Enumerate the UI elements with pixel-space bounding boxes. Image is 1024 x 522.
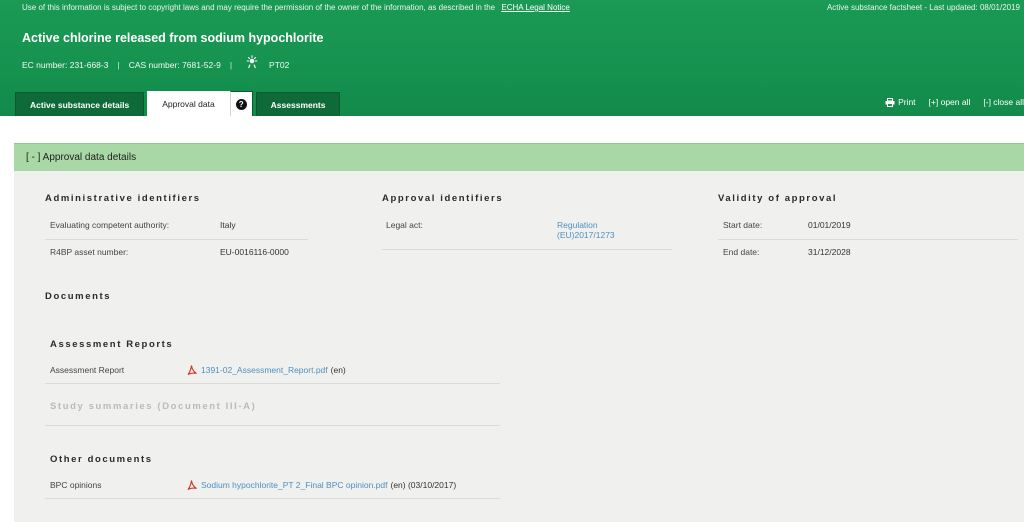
print-label: Print: [898, 97, 916, 107]
assessment-report-link[interactable]: 1391-02_Assessment_Report.pdf: [201, 365, 328, 375]
close-all-button[interactable]: [-] close all: [983, 97, 1024, 107]
factsheet-updated: Active substance factsheet - Last update…: [826, 3, 1020, 12]
tab-label: Assessments: [270, 99, 326, 110]
help-icon: ?: [235, 98, 247, 110]
tab-label: Approval data: [162, 99, 215, 109]
other-documents-title: Other documents: [50, 454, 153, 465]
divider: [718, 239, 1018, 240]
separator: |: [229, 60, 233, 70]
divider: [45, 498, 500, 499]
bpc-opinion-meta: (en) (03/10/2017): [390, 480, 457, 490]
documents-title: Documents: [45, 291, 112, 302]
assessment-report-lang: (en): [330, 365, 346, 375]
start-date-label: Start date:: [723, 220, 763, 230]
product-type-icon: [245, 55, 259, 69]
copyright-notice: Use of this information is subject to co…: [22, 3, 570, 12]
legal-notice-link[interactable]: ECHA Legal Notice: [501, 3, 569, 12]
bpc-opinion-link[interactable]: Sodium hypochlorite_PT 2_Final BPC opini…: [201, 480, 387, 490]
legal-act-link[interactable]: Regulation (EU)2017/1273: [557, 220, 615, 240]
legal-act-line1: Regulation: [557, 220, 598, 230]
pdf-icon: [186, 364, 198, 376]
substance-identifiers: EC number: 231-668-3 | CAS number: 7681-…: [22, 55, 290, 72]
competent-authority-value: Italy: [220, 220, 236, 230]
bpc-opinion-document: Sodium hypochlorite_PT 2_Final BPC opini…: [186, 479, 456, 491]
bpc-opinions-label: BPC opinions: [50, 480, 102, 490]
approval-data-panel: [ - ] Approval data details Administrati…: [14, 143, 1024, 522]
approval-identifiers-title: Approval identifiers: [382, 193, 504, 204]
divider: [45, 425, 500, 426]
asset-number-label: R4BP asset number:: [50, 247, 129, 257]
legal-act-line2: (EU)2017/1273: [557, 230, 615, 240]
end-date-value: 31/12/2028: [808, 247, 851, 257]
print-button[interactable]: Print: [885, 97, 916, 107]
copyright-notice-text: Use of this information is subject to co…: [22, 3, 496, 12]
tab-label: Active substance details: [30, 99, 130, 110]
legal-act-label: Legal act:: [386, 220, 423, 230]
product-type-code: PT02: [269, 60, 290, 70]
validity-title: Validity of approval: [718, 193, 838, 204]
assessment-report-document: 1391-02_Assessment_Report.pdf (en): [186, 364, 346, 376]
asset-number-value: EU-0016116-0000: [220, 247, 289, 257]
tab-active-substance-details[interactable]: Active substance details: [15, 92, 145, 116]
page-title: Active chlorine released from sodium hyp…: [22, 31, 324, 45]
competent-authority-label: Evaluating competent authority:: [50, 220, 170, 230]
page-actions: Print [+] open all [-] close all: [872, 97, 1024, 107]
tab-approval-data[interactable]: Approval data: [147, 91, 230, 116]
divider: [45, 383, 500, 384]
pdf-icon: [186, 479, 198, 491]
study-summaries-title: Study summaries (Document III-A): [50, 401, 257, 412]
divider: [45, 239, 308, 240]
tab-assessments[interactable]: Assessments: [255, 92, 341, 116]
help-button[interactable]: ?: [229, 91, 253, 116]
tab-bar: Active substance details Approval data ?…: [15, 91, 343, 116]
cas-number: CAS number: 7681-52-9: [128, 60, 221, 70]
divider: [382, 249, 672, 250]
ec-number: EC number: 231-668-3: [22, 60, 109, 70]
assessment-report-label: Assessment Report: [50, 365, 125, 375]
print-icon: [885, 97, 895, 107]
start-date-value: 01/01/2019: [808, 220, 851, 230]
open-all-button[interactable]: [+] open all: [929, 97, 971, 107]
end-date-label: End date:: [723, 247, 760, 257]
panel-header-toggle[interactable]: [ - ] Approval data details: [14, 143, 1024, 171]
administrative-identifiers-title: Administrative identifiers: [45, 193, 201, 204]
assessment-reports-title: Assessment Reports: [50, 339, 174, 350]
page-header: Use of this information is subject to co…: [0, 0, 1024, 116]
separator: |: [117, 60, 120, 70]
